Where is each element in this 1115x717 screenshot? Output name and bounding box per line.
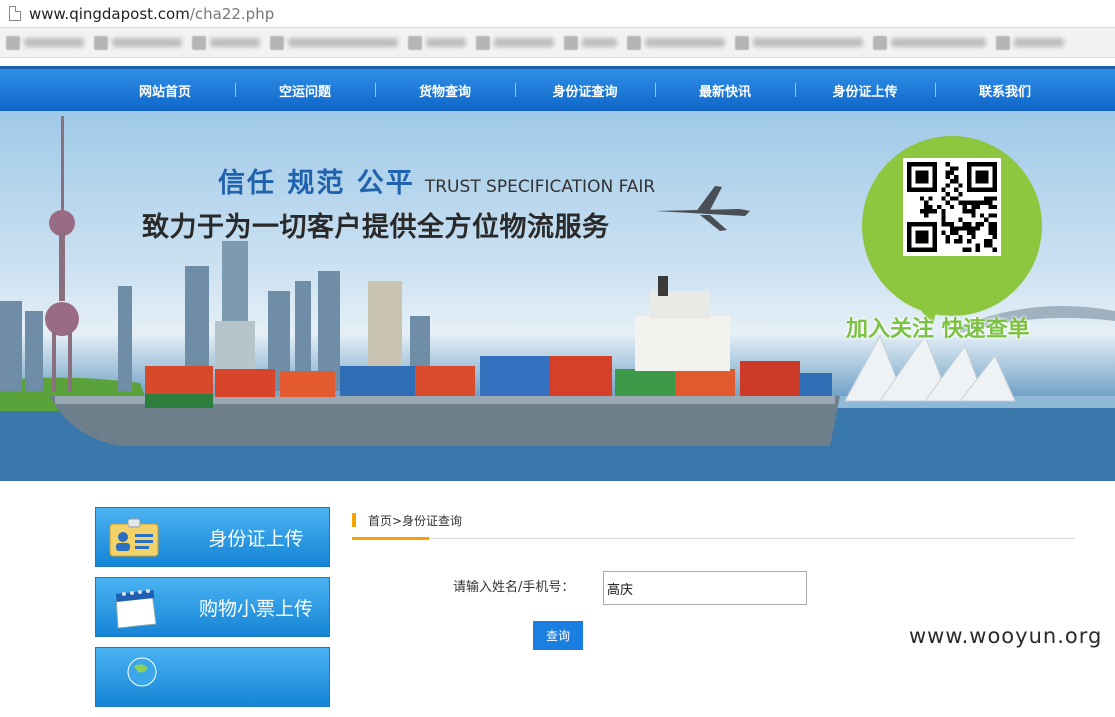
bookmark-item[interactable]: [94, 35, 182, 50]
bookmark-item[interactable]: [564, 35, 617, 50]
sidebar-item-label: 身份证上传: [208, 527, 304, 550]
nav-item-news[interactable]: 最新快讯: [655, 69, 795, 111]
bookmark-icon: [6, 35, 20, 50]
hero-banner: 信任 规范 公平 TRUST SPECIFICATION FAIR 致力于为一切…: [0, 111, 1115, 481]
bookmark-label-blurred: [494, 38, 554, 47]
bookmark-icon: [408, 35, 422, 50]
bookmark-icon: [476, 35, 490, 50]
bookmark-label-blurred: [288, 38, 398, 47]
bookmark-icon: [94, 35, 108, 50]
slogan-en: TRUST SPECIFICATION FAIR: [424, 177, 656, 197]
breadcrumb-marker: [352, 513, 356, 527]
qr-code-icon: [903, 158, 1001, 256]
page-icon: [9, 6, 21, 21]
tagline: 致力于为一切客户提供全方位物流服务: [142, 212, 610, 243]
bookmark-icon: [564, 35, 578, 50]
slogan: 信任 规范 公平 TRUST SPECIFICATION FAIR: [218, 161, 655, 200]
watermark: www.wooyun.org: [909, 624, 1103, 648]
nav-item-home[interactable]: 网站首页: [95, 69, 235, 111]
url-host: www.qingdapost.com: [29, 4, 190, 23]
bookmark-item[interactable]: [627, 35, 725, 50]
nav-item-id-query[interactable]: 身份证查询: [515, 69, 655, 111]
breadcrumb: 首页>身份证查询: [352, 511, 462, 529]
bookmark-icon: [996, 35, 1010, 50]
sidebar-item-third[interactable]: [95, 647, 330, 707]
bookmark-item[interactable]: [270, 35, 398, 50]
query-button[interactable]: 查询: [533, 621, 583, 650]
address-bar[interactable]: www.qingdapost.com/cha22.php: [0, 0, 1115, 28]
bookmark-item[interactable]: [408, 35, 466, 50]
bookmark-item[interactable]: [996, 35, 1064, 50]
bookmark-label-blurred: [891, 38, 986, 47]
sidebar-item-label: 购物小票上传: [198, 597, 313, 620]
bookmark-item[interactable]: [735, 35, 863, 50]
sidebar-item-receipt-upload[interactable]: 购物小票上传: [95, 577, 330, 637]
bookmarks-bar: [0, 28, 1115, 58]
bookmark-item[interactable]: [192, 35, 260, 50]
url-text[interactable]: www.qingdapost.com/cha22.php: [29, 5, 274, 23]
main-nav: 网站首页 空运问题 货物查询 身份证查询 最新快讯 身份证上传 联系我们: [0, 66, 1115, 111]
bookmark-item[interactable]: [6, 35, 84, 50]
query-label: 请输入姓名/手机号：: [453, 580, 575, 595]
id-card-icon: [109, 518, 159, 557]
breadcrumb-divider: [352, 538, 1075, 539]
nav-item-cargo-query[interactable]: 货物查询: [375, 69, 515, 111]
bookmark-label-blurred: [582, 38, 617, 47]
url-path: /cha22.php: [189, 4, 275, 23]
bookmark-label-blurred: [426, 38, 466, 47]
bookmark-label-blurred: [1014, 38, 1064, 47]
receipt-icon: [115, 589, 157, 629]
breadcrumb-text[interactable]: 首页>身份证查询: [368, 512, 462, 529]
bookmark-item[interactable]: [873, 35, 986, 50]
bookmark-icon: [270, 35, 284, 50]
bookmark-label-blurred: [753, 38, 863, 47]
bookmark-icon: [735, 35, 749, 50]
bookmark-label-blurred: [112, 38, 182, 47]
slogan-cn: 信任 规范 公平: [218, 168, 415, 199]
name-phone-input[interactable]: [603, 571, 807, 605]
sidebar-item-id-upload[interactable]: 身份证上传: [95, 507, 330, 567]
nav-item-air-freight[interactable]: 空运问题: [235, 69, 375, 111]
nav-item-contact[interactable]: 联系我们: [935, 69, 1075, 111]
bookmark-label-blurred: [24, 38, 84, 47]
bookmark-label-blurred: [645, 38, 725, 47]
globe-icon: [127, 657, 157, 687]
bookmark-icon: [192, 35, 206, 50]
bookmark-icon: [873, 35, 887, 50]
join-follow-text: 加入关注 快速查单: [846, 317, 1030, 342]
sidebar: 身份证上传 购物小票上传: [95, 507, 330, 717]
breadcrumb-divider-accent: [352, 537, 429, 540]
bookmark-item[interactable]: [476, 35, 554, 50]
nav-item-id-upload[interactable]: 身份证上传: [795, 69, 935, 111]
bookmark-label-blurred: [210, 38, 260, 47]
bookmark-icon: [627, 35, 641, 50]
